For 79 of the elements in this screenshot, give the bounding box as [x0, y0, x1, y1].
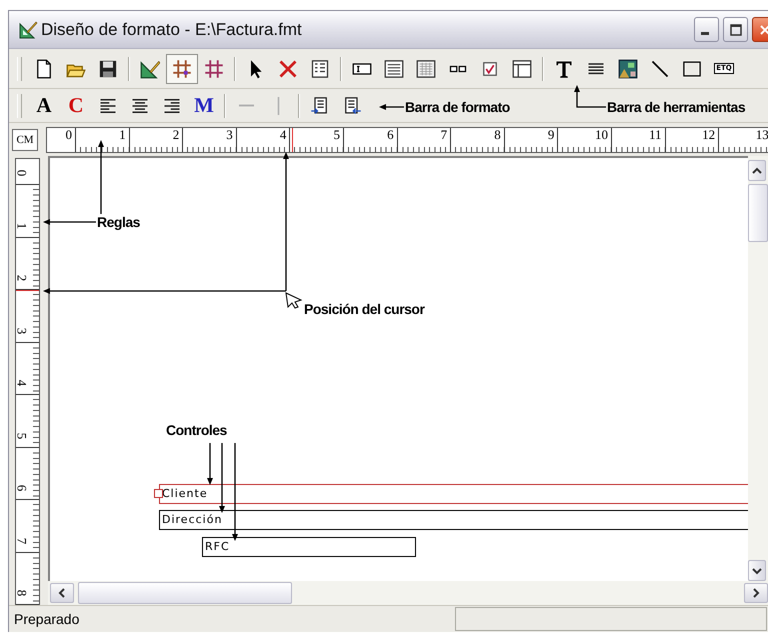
selection-handle[interactable]	[154, 489, 163, 498]
close-icon	[758, 24, 768, 36]
text-control[interactable]: RFC	[202, 537, 416, 557]
ruler-number: 2	[172, 128, 180, 142]
maximize-button[interactable]	[723, 17, 748, 42]
chevron-up-icon	[752, 166, 762, 176]
minimize-button[interactable]	[694, 17, 719, 42]
leader-arrow	[574, 85, 606, 108]
horizontal-line-icon	[238, 104, 254, 107]
cursor-marker	[16, 290, 39, 291]
ruler-unit: CM	[12, 128, 38, 150]
ruler-number: 8	[494, 128, 502, 142]
ruler-number: 11	[649, 128, 663, 142]
set-square-pencil-icon	[17, 20, 39, 40]
ruler-number: 4	[16, 380, 28, 386]
text-control[interactable]: Dirección	[159, 510, 748, 530]
scroll-right-button[interactable]	[744, 583, 768, 603]
vertical-line-icon	[276, 96, 280, 114]
ruler-number: 0	[16, 170, 28, 176]
ruler-number: 2	[16, 274, 28, 282]
ruler-number: 7	[16, 537, 28, 544]
annotation-label: Reglas	[97, 213, 140, 231]
scroll-down-button[interactable]	[748, 560, 766, 581]
scroll-thumb[interactable]	[78, 582, 292, 604]
ruler-number: 3	[226, 128, 234, 142]
set-square-pencil-icon	[140, 58, 160, 78]
format-button[interactable]: A	[28, 90, 60, 120]
ruler-number: 1	[119, 128, 127, 142]
leader-arrow	[43, 219, 96, 225]
text-control[interactable]: Cliente	[159, 484, 748, 504]
grid-box-icon	[416, 58, 436, 78]
grid-dot-icon	[172, 58, 192, 78]
diagonal-line-icon	[650, 58, 670, 78]
ruler-number: 3	[16, 327, 28, 334]
ruler-number: 13	[756, 128, 768, 142]
ruler-number: 6	[387, 128, 395, 142]
cursor-marker	[292, 128, 293, 152]
letter-t-icon	[554, 58, 574, 78]
leader-arrow	[207, 443, 213, 485]
maximize-icon	[730, 24, 742, 36]
status-text: Preparado	[14, 611, 80, 627]
minimize-icon	[701, 32, 709, 35]
annotation-label: Barra de herramientas	[607, 98, 746, 116]
chevron-down-icon	[752, 566, 762, 576]
ruler-number: 10	[594, 128, 609, 142]
scroll-up-button[interactable]	[748, 160, 766, 181]
chevron-left-icon	[57, 588, 67, 598]
table-icon	[512, 58, 532, 78]
annotation-label: Posición del cursor	[304, 300, 424, 318]
ruler-number: 9	[548, 128, 556, 142]
x-icon	[278, 58, 298, 78]
ruler-number: 6	[16, 484, 28, 492]
chevron-right-icon	[751, 588, 761, 598]
picture-icon	[618, 58, 638, 78]
ruler-number: 5	[333, 128, 341, 142]
ruler-number: 8	[16, 590, 28, 596]
leader-arrow	[219, 443, 225, 513]
list-box-icon	[384, 58, 404, 78]
ruler-number: 4	[280, 128, 288, 142]
page-arrow-icon	[342, 96, 362, 116]
format-button[interactable]: C	[60, 90, 92, 120]
form-icon	[310, 58, 330, 78]
leader-arrow	[379, 104, 404, 110]
annotation-label: Barra de formato	[405, 98, 510, 116]
scroll-left-button[interactable]	[50, 583, 74, 603]
format-button[interactable]: M	[188, 90, 220, 120]
ruler-number: 5	[16, 432, 28, 439]
scroll-thumb[interactable]	[748, 184, 768, 242]
window-title: Diseño de formato - E:\Factura.fmt	[41, 20, 303, 40]
cursor-icon	[285, 292, 302, 309]
annotation-label: Controles	[166, 421, 227, 439]
ruler-number: 0	[66, 128, 73, 142]
rectangle-icon	[682, 58, 702, 78]
grid-icon	[204, 58, 224, 78]
ruler-number: 12	[702, 128, 716, 142]
ruler-number: 7	[440, 128, 448, 142]
ruler-number: 1	[16, 222, 28, 229]
page-arrow-icon	[310, 96, 330, 116]
page-icon	[34, 58, 54, 78]
